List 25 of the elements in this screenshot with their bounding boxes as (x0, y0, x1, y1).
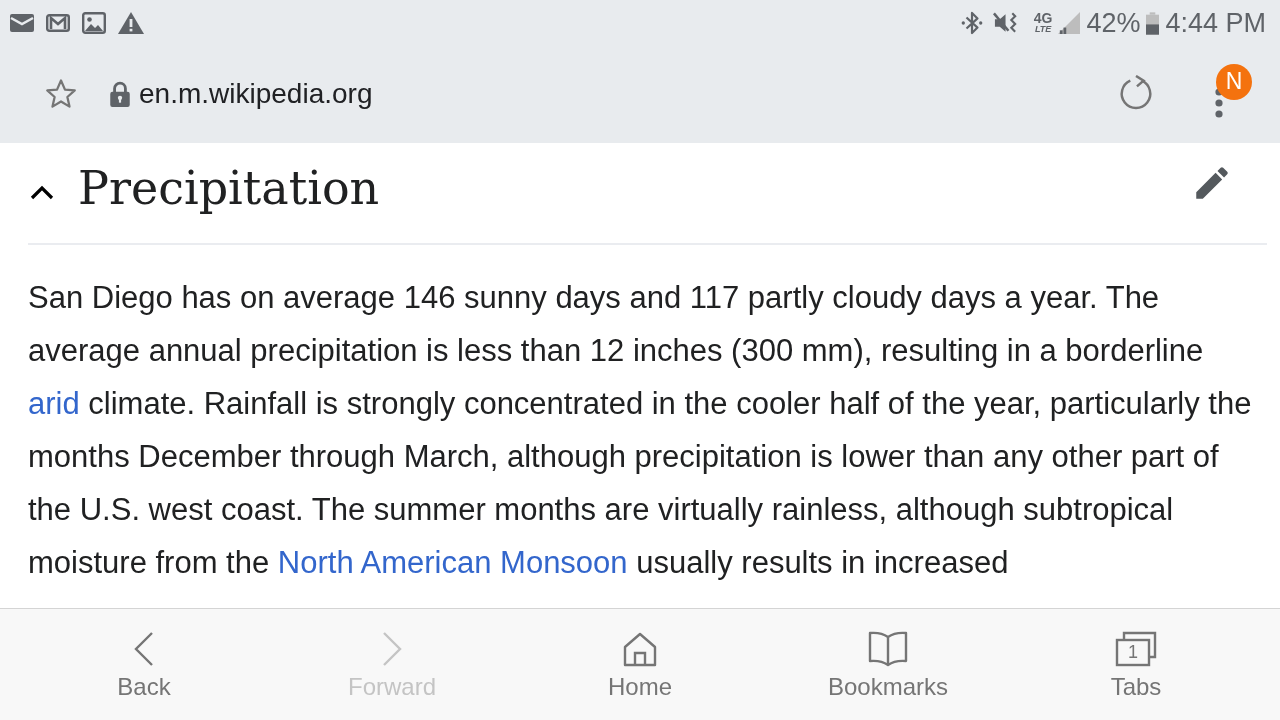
back-button[interactable]: Back (117, 628, 171, 701)
article-link[interactable]: North American Monsoon (277, 545, 628, 580)
lock-icon (109, 80, 131, 107)
home-icon (622, 630, 658, 667)
tabs-button[interactable]: 1 Tabs (1110, 628, 1162, 701)
network-subtype-label: LTE (1034, 25, 1052, 34)
bookmarks-button[interactable]: Bookmarks (827, 628, 948, 701)
mail-m-icon (46, 14, 70, 32)
network-type-label: 4G (1033, 12, 1053, 25)
envelope-icon (10, 14, 34, 32)
signal-icon (1058, 12, 1081, 34)
account-avatar[interactable]: N (1216, 63, 1252, 100)
article-link[interactable]: arid (28, 386, 80, 421)
paragraph-text: San Diego has on average 146 sunny days and 117 partly cloudy days a year. The average annual precipitation is less than 12 inches (300 mm), resulting in a borderline arid climate. Rainfall is strongly concentrated in the cooler half of the year, particularly the months December through March, although precipitation is lower than any other part of the U.S. west coast. The summer months are virtually rainless, although subtropical moisture from the North American Monsoon usually results in increased (28, 279, 1253, 582)
home-button[interactable]: Home (608, 628, 672, 701)
book-icon (868, 630, 908, 667)
bluetooth-icon (960, 11, 983, 35)
tab-count: 1 (1126, 641, 1139, 664)
warning-icon (118, 12, 144, 34)
star-icon (44, 76, 78, 111)
battery-icon (1146, 11, 1160, 35)
url-text[interactable]: en.m.wikipedia.org (139, 72, 373, 115)
battery-percent: 42% (1086, 6, 1141, 40)
image-icon (82, 12, 106, 34)
clock-time: 4:44 PM (1165, 6, 1266, 40)
